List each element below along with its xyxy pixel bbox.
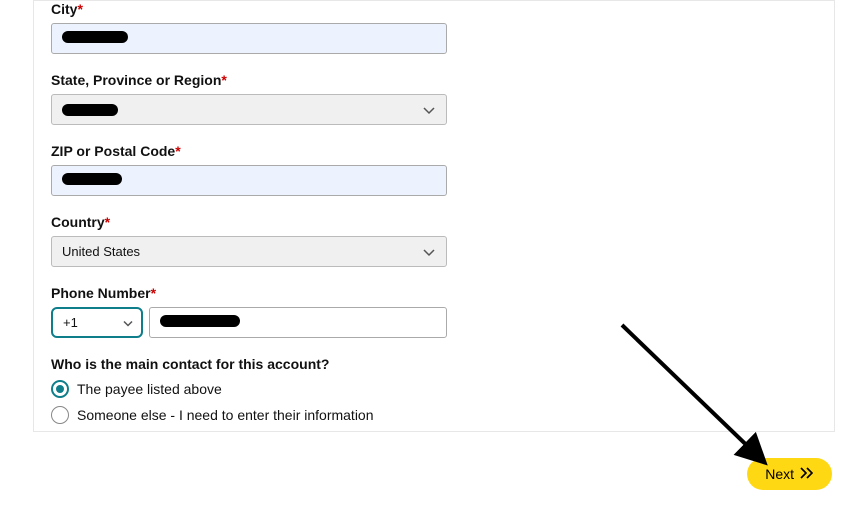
zip-input[interactable] [51,165,447,196]
phone-code-value: +1 [63,315,78,330]
country-group: Country* United States [51,214,834,267]
double-chevron-right-icon [800,466,814,482]
city-group: City* [51,1,834,54]
radio-label: The payee listed above [77,381,222,397]
required-star: * [77,1,82,17]
zip-label: ZIP or Postal Code [51,143,175,159]
main-contact-question: Who is the main contact for this account… [51,356,834,372]
next-button-label: Next [765,466,794,482]
radio-button [51,406,69,424]
payment-form-card: City* State, Province or Region* ZIP or … [33,0,835,432]
radio-option-someone-else[interactable]: Someone else - I need to enter their inf… [51,406,834,424]
required-star: * [175,143,180,159]
country-value: United States [62,244,140,259]
city-label: City [51,1,77,17]
required-star: * [221,72,226,88]
city-input[interactable] [51,23,447,54]
redacted-value [160,315,240,327]
state-select[interactable] [51,94,447,125]
country-label: Country [51,214,105,230]
redacted-value [62,104,118,116]
required-star: * [151,285,156,301]
phone-label: Phone Number [51,285,151,301]
phone-group: Phone Number* +1 [51,285,834,338]
zip-group: ZIP or Postal Code* [51,143,834,196]
radio-label: Someone else - I need to enter their inf… [77,407,374,423]
chevron-down-icon [123,315,133,330]
radio-dot [56,385,64,393]
redacted-value [62,31,128,43]
radio-option-payee[interactable]: The payee listed above [51,380,834,398]
redacted-value [62,173,122,185]
next-button[interactable]: Next [747,458,832,490]
state-group: State, Province or Region* [51,72,834,125]
main-contact-group: Who is the main contact for this account… [51,356,834,424]
phone-number-input[interactable] [149,307,447,338]
state-label: State, Province or Region [51,72,221,88]
required-star: * [105,214,110,230]
phone-country-code-select[interactable]: +1 [51,307,143,338]
country-select[interactable]: United States [51,236,447,267]
radio-button [51,380,69,398]
